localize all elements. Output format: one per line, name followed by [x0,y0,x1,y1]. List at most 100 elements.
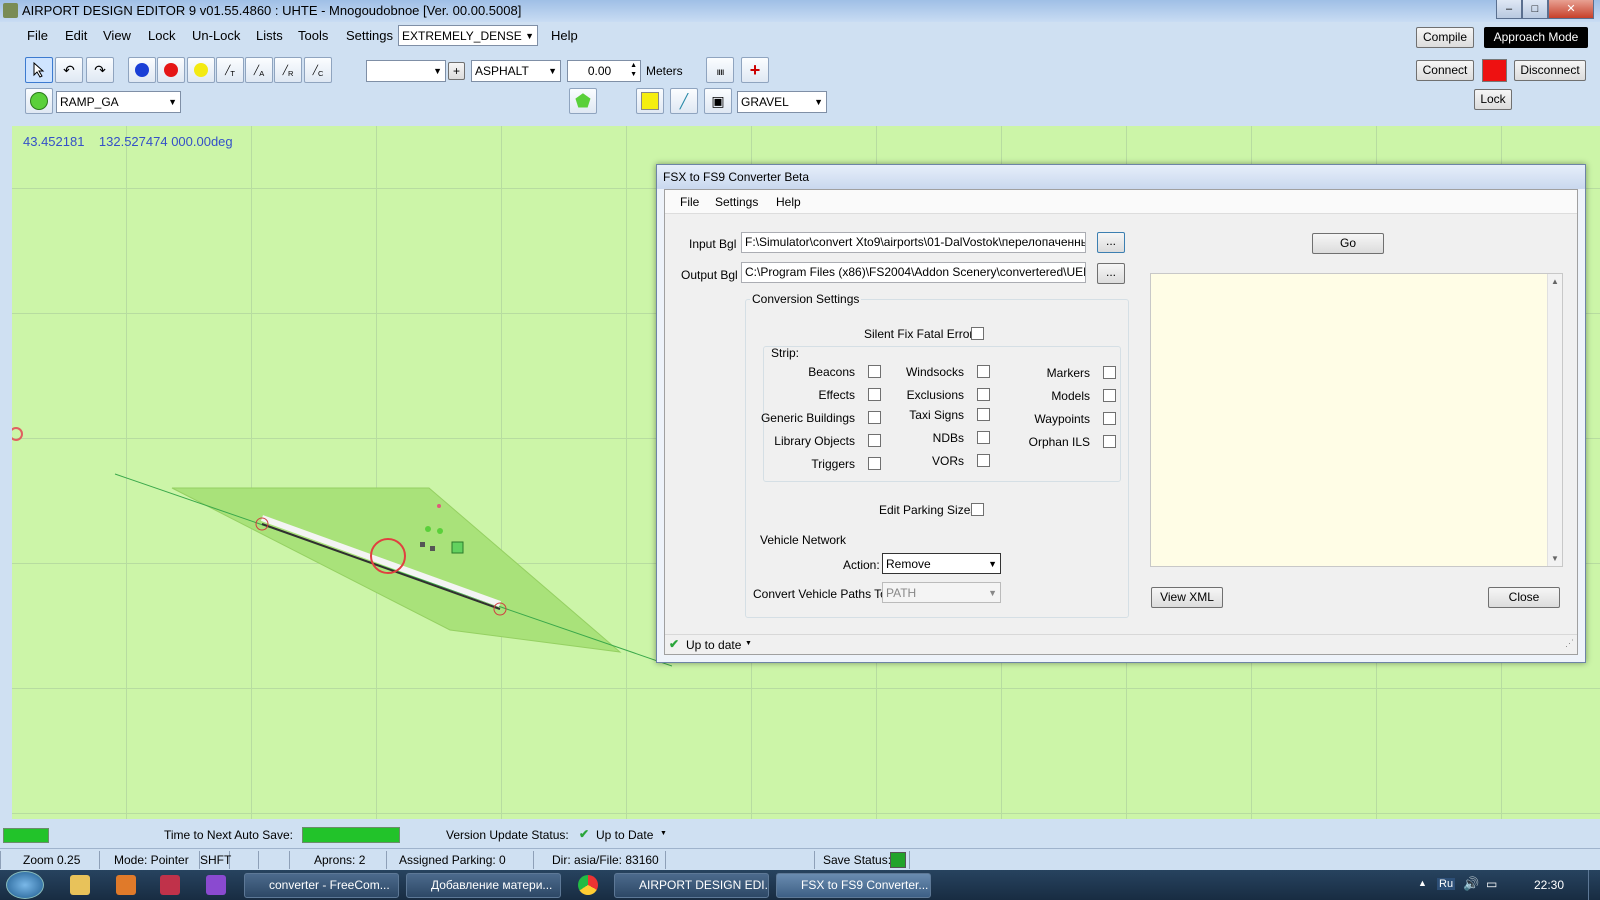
blue-node-button[interactable] [128,57,156,83]
disconnect-button[interactable]: Disconnect [1514,60,1586,81]
status-dropdown-icon[interactable]: ▼ [745,640,752,647]
explorer-icon[interactable] [70,875,90,895]
volume-icon[interactable]: 🔊 [1463,876,1479,892]
minimize-button[interactable]: – [1496,0,1522,19]
tray-arrow-icon[interactable]: ▲ [1418,878,1427,888]
yellow-node-button[interactable] [187,57,215,83]
clock[interactable]: 22:30 [1534,878,1564,892]
output-bgl-field[interactable]: C:\Program Files (x86)\FS2004\Addon Scen… [741,262,1086,283]
dialog-menu-help[interactable]: Help [776,195,801,209]
taskbar-item-opera[interactable]: Добавление матери... [406,873,561,898]
browse-output-button[interactable]: ... [1097,263,1125,284]
media-player-icon[interactable] [116,875,136,895]
approach-mode-button[interactable]: Approach Mode [1484,27,1588,48]
close-window-button[interactable]: ✕ [1548,0,1594,19]
strip-waypoints-checkbox[interactable] [1103,412,1116,425]
red-node-button[interactable] [157,57,185,83]
surface-select[interactable]: ASPHALT ▼ [471,60,561,82]
menu-file[interactable]: File [27,28,48,43]
line-tool-button[interactable]: ╱ [670,88,698,114]
output-log[interactable]: ▲ ▼ [1150,273,1563,567]
convert-paths-select[interactable]: PATH ▼ [882,582,1001,603]
measure-button[interactable]: ıııı [706,57,734,83]
scroll-up-icon[interactable]: ▲ [1548,277,1562,286]
close-button[interactable]: Close [1488,587,1560,608]
apron-color-button[interactable] [636,88,664,114]
silent-fix-checkbox[interactable] [971,327,984,340]
menu-unlock[interactable]: Un-Lock [192,28,240,43]
strip-orphan-ils-checkbox[interactable] [1103,435,1116,448]
app-pinned-icon[interactable] [160,875,180,895]
strip-effects-checkbox[interactable] [868,388,881,401]
menu-settings[interactable]: Settings [346,28,393,43]
add-link-type-button[interactable]: + [448,62,465,80]
menu-tools[interactable]: Tools [298,28,328,43]
link-type-select[interactable]: ▼ [366,60,446,82]
input-bgl-field[interactable]: F:\Simulator\convert Xto9\airports\01-Da… [741,232,1086,253]
taskbar-item-ade[interactable]: AIRPORT DESIGN EDI... [614,873,769,898]
menu-view[interactable]: View [103,28,131,43]
show-desktop-button[interactable] [1588,870,1600,900]
strip-models-label: Models [1051,389,1090,403]
menu-help[interactable]: Help [551,28,578,43]
ramp-tool-button[interactable] [25,88,53,114]
strip-exclusions-checkbox[interactable] [977,388,990,401]
blue-circle-icon [135,63,149,77]
action-select[interactable]: Remove ▼ [882,553,1001,574]
taskbar-item-freecommander[interactable]: converter - FreeCom... [244,873,399,898]
dialog-title-bar[interactable]: FSX to FS9 Converter Beta [657,165,1585,189]
version-status-value[interactable]: Up to Date [596,828,653,842]
go-button[interactable]: Go [1312,233,1384,254]
resize-grip-icon[interactable]: ⋰ [1565,638,1574,649]
parking-spot-marker[interactable] [451,541,464,554]
pointer-tool-button[interactable] [25,57,53,83]
edit-parking-checkbox[interactable] [971,503,984,516]
strip-vors-checkbox[interactable] [977,454,990,467]
taxi-link-button[interactable]: ╱T [216,57,244,83]
compile-button[interactable]: Compile [1416,27,1474,48]
language-indicator[interactable]: Ru [1437,878,1456,890]
taskbar-item-converter[interactable]: FSX to FS9 Converter... [776,873,931,898]
dialog-menu-file[interactable]: File [680,195,699,209]
ramp-select[interactable]: RAMP_GA ▼ [56,91,181,113]
chrome-icon[interactable] [578,875,598,895]
strip-windsocks-checkbox[interactable] [977,365,990,378]
polygon-tool-button[interactable]: ⬟ [569,88,597,114]
dialog-status-text[interactable]: Up to date [686,638,741,652]
strip-models-checkbox[interactable] [1103,389,1116,402]
connect-button[interactable]: Connect [1416,60,1474,81]
crosshair-button[interactable]: + [741,57,769,83]
network-icon[interactable]: ▭ [1486,877,1497,891]
strip-library-objects-checkbox[interactable] [868,434,881,447]
menu-lists[interactable]: Lists [256,28,283,43]
strip-markers-checkbox[interactable] [1103,366,1116,379]
dialog-menu-settings[interactable]: Settings [715,195,758,209]
view-xml-button[interactable]: View XML [1151,587,1223,608]
density-select[interactable]: EXTREMELY_DENSE ▼ [398,25,538,46]
redo-button[interactable]: ↷ [86,57,114,83]
select-area-button[interactable]: ▣ [704,88,732,114]
surface2-select[interactable]: GRAVEL ▼ [737,91,827,113]
start-button[interactable] [6,871,44,899]
width-input[interactable]: 0.00 ▲ ▼ [567,60,641,82]
strip-beacons-checkbox[interactable] [868,365,881,378]
menu-edit[interactable]: Edit [65,28,87,43]
app-pinned-icon-2[interactable] [206,875,226,895]
maximize-button[interactable]: □ [1522,0,1548,19]
apron-link-button[interactable]: ╱A [245,57,273,83]
version-dropdown-icon[interactable]: ▼ [660,830,667,837]
scroll-down-icon[interactable]: ▼ [1548,554,1562,563]
surface-value: ASPHALT [475,64,529,78]
log-scrollbar[interactable]: ▲ ▼ [1547,274,1562,566]
strip-generic-buildings-checkbox[interactable] [868,411,881,424]
spinner-icon[interactable]: ▲ ▼ [630,61,637,79]
menu-lock[interactable]: Lock [148,28,175,43]
browse-input-button[interactable]: ... [1097,232,1125,253]
runway-link-button[interactable]: ╱R [274,57,302,83]
strip-triggers-checkbox[interactable] [868,457,881,470]
lock-button[interactable]: Lock [1474,89,1512,110]
strip-ndbs-checkbox[interactable] [977,431,990,444]
undo-button[interactable]: ↶ [55,57,83,83]
vehicle-link-button[interactable]: ╱C [304,57,332,83]
strip-taxi-signs-checkbox[interactable] [977,408,990,421]
